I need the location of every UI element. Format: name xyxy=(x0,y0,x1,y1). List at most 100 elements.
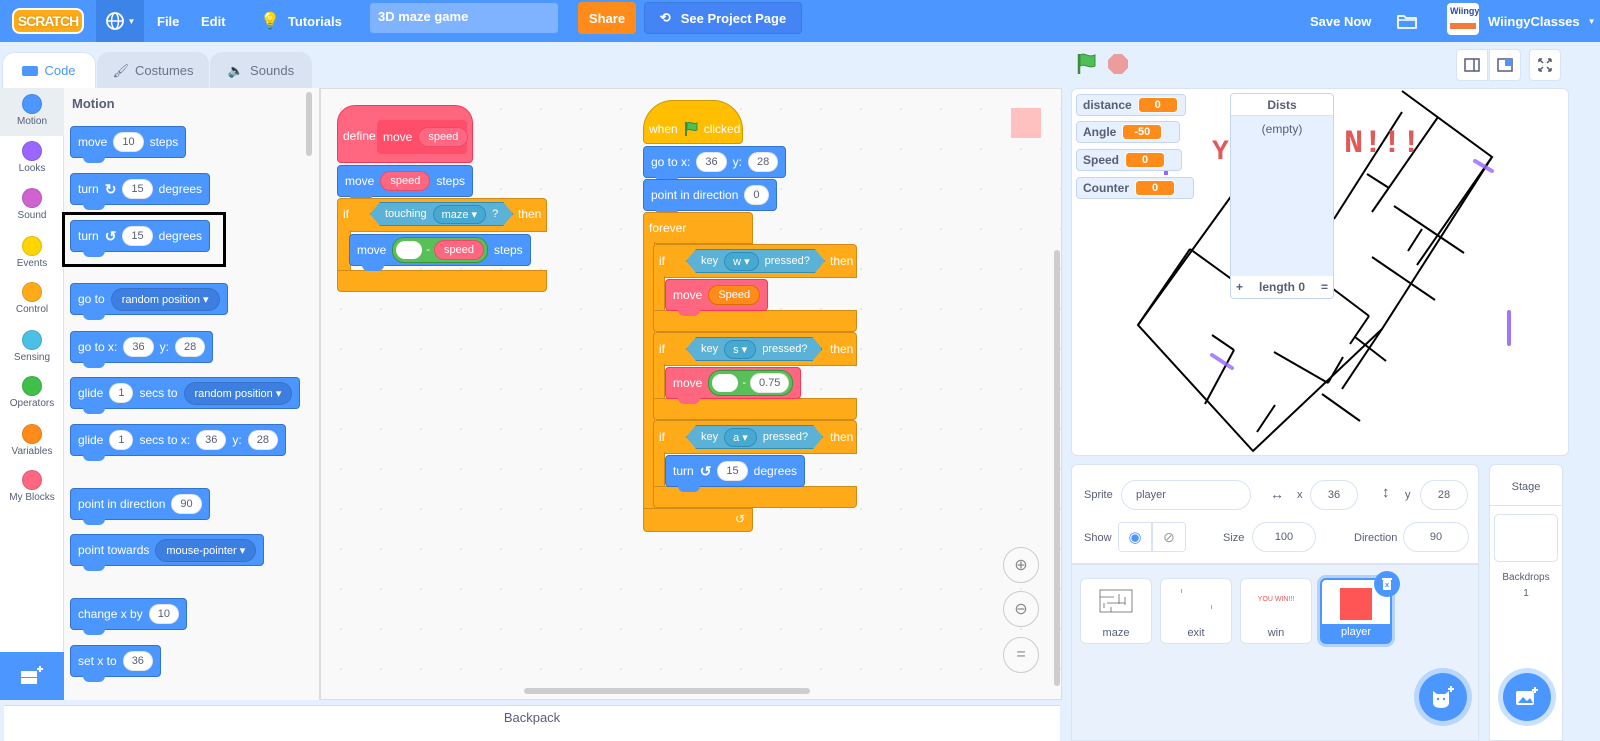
block-input[interactable]: 10 xyxy=(113,132,144,152)
small-stage-button[interactable] xyxy=(1456,49,1488,81)
choose-sprite-button[interactable] xyxy=(1419,673,1467,721)
block-input[interactable]: 0 xyxy=(744,185,769,205)
y-input[interactable]: 28 xyxy=(1420,480,1468,510)
block-glide-random[interactable]: glide 1 secs to random position ▾ xyxy=(70,377,301,414)
key-pressed-w[interactable]: key w ▾ pressed? xyxy=(686,249,825,273)
arg-reporter[interactable]: speed xyxy=(434,240,484,260)
block-dropdown[interactable]: random position ▾ xyxy=(183,381,293,405)
block-move-steps[interactable]: move 10 steps xyxy=(70,126,187,163)
touching-dropdown[interactable]: maze ▾ xyxy=(433,205,486,224)
category-sensing[interactable]: Sensing xyxy=(0,324,64,372)
block-dropdown[interactable]: random position ▾ xyxy=(110,287,220,311)
save-now-button[interactable]: Save Now xyxy=(1310,0,1371,42)
monitor-counter[interactable]: Counter 0 xyxy=(1076,177,1194,199)
normal-stage-button[interactable] xyxy=(1489,49,1521,81)
block-move-negative-speed[interactable]: move - speed steps xyxy=(349,234,531,271)
key-dropdown[interactable]: s ▾ xyxy=(724,340,756,359)
block-input[interactable]: 10 xyxy=(148,604,179,624)
proc-arg[interactable]: speed xyxy=(418,127,469,147)
block-point-in-direction[interactable]: point in direction 90 xyxy=(70,488,210,525)
key-dropdown[interactable]: w ▾ xyxy=(724,252,759,271)
add-extension-button[interactable] xyxy=(0,652,64,700)
stage-selector[interactable]: Stage Backdrops 1 xyxy=(1489,464,1563,741)
monitor-angle[interactable]: Angle -50 xyxy=(1076,121,1180,143)
file-menu[interactable]: File xyxy=(157,0,179,42)
monitor-distance[interactable]: distance 0 xyxy=(1076,94,1186,116)
block-go-to-xy[interactable]: go to x: 36 y: 28 xyxy=(70,331,214,368)
list-resize-handle[interactable]: = xyxy=(1321,280,1328,294)
operator-empty-input[interactable] xyxy=(396,241,423,259)
block-turn-left-script[interactable]: turn ↺ 15 degrees xyxy=(665,455,806,492)
zoom-in-button[interactable]: ⊕ xyxy=(1003,547,1039,583)
subtract-operator[interactable]: - speed xyxy=(392,237,488,263)
category-events[interactable]: Events xyxy=(0,230,64,278)
sprite-name-input[interactable]: player xyxy=(1121,480,1251,510)
user-avatar[interactable]: Wiingy xyxy=(1447,3,1479,35)
variable-reporter[interactable]: Speed xyxy=(708,285,761,305)
block-input[interactable]: 36 xyxy=(122,651,153,671)
custom-move-speed-block[interactable]: move Speed xyxy=(665,279,769,316)
tab-code[interactable]: Code xyxy=(2,52,96,88)
block-turn-right[interactable]: turn ↻ 15 degrees xyxy=(70,173,211,210)
palette-scrollbar[interactable] xyxy=(306,92,312,156)
block-point-direction-script[interactable]: point in direction 0 xyxy=(643,179,777,216)
block-dropdown[interactable]: mouse-pointer ▾ xyxy=(155,538,257,562)
tab-sounds[interactable]: 🔈 Sounds xyxy=(210,52,312,88)
block-input[interactable]: 36 xyxy=(696,152,727,172)
list-add-button[interactable]: + xyxy=(1236,280,1243,294)
share-button[interactable]: Share xyxy=(578,2,636,34)
direction-input[interactable]: 90 xyxy=(1403,522,1469,552)
choose-backdrop-button[interactable] xyxy=(1503,673,1551,721)
block-input[interactable]: 1 xyxy=(109,383,134,403)
block-input[interactable]: 28 xyxy=(174,337,206,357)
block-input[interactable]: 28 xyxy=(247,430,279,450)
block-input[interactable]: 36 xyxy=(123,337,154,357)
stage-canvas[interactable]: Y N!!! distance 0 Angle -50 Speed 0 Counter… xyxy=(1071,88,1569,456)
block-go-to[interactable]: go to random position ▾ xyxy=(70,283,228,320)
see-project-page-button[interactable]: ⟲ See Project Page xyxy=(644,2,802,34)
block-input[interactable]: 36 xyxy=(196,430,227,450)
block-move-speed[interactable]: move speed steps xyxy=(337,165,474,202)
key-pressed-a[interactable]: key a ▾ pressed? xyxy=(686,425,823,449)
category-my-blocks[interactable]: My Blocks xyxy=(0,464,64,512)
proc-prototype[interactable]: move speed xyxy=(377,120,469,154)
key-dropdown[interactable]: a ▾ xyxy=(724,428,757,447)
sprite-tile-exit[interactable]: exit xyxy=(1160,578,1232,644)
size-input[interactable]: 100 xyxy=(1252,522,1316,552)
touching-sensing-block[interactable]: touching maze ▾ ? xyxy=(370,202,513,226)
fullscreen-button[interactable] xyxy=(1529,49,1561,81)
show-visible-button[interactable]: ◉ xyxy=(1118,522,1152,552)
account-menu[interactable]: WiingyClasses ▼ xyxy=(1488,0,1596,42)
block-point-towards[interactable]: point towards mouse-pointer ▾ xyxy=(70,534,265,571)
x-input[interactable]: 36 xyxy=(1310,480,1358,510)
block-set-x[interactable]: set x to 36 xyxy=(70,645,161,682)
backdrop-thumbnail[interactable] xyxy=(1494,514,1558,562)
arg-reporter[interactable]: speed xyxy=(380,171,431,191)
category-operators[interactable]: Operators xyxy=(0,370,64,418)
operator-empty-input[interactable] xyxy=(712,374,739,392)
category-looks[interactable]: Looks xyxy=(0,135,64,183)
my-stuff-button[interactable] xyxy=(1396,0,1418,42)
block-input[interactable]: 15 xyxy=(122,179,153,199)
category-motion[interactable]: Motion xyxy=(0,88,64,136)
monitor-speed[interactable]: Speed 0 xyxy=(1076,149,1182,171)
block-input[interactable]: 1 xyxy=(109,430,134,450)
zoom-reset-button[interactable]: = xyxy=(1003,637,1039,673)
language-button[interactable]: ▼ xyxy=(96,0,144,42)
tab-costumes[interactable]: 🖌 Costumes xyxy=(97,52,209,88)
subtract-operator[interactable]: - 0.75 xyxy=(708,370,794,396)
category-sound[interactable]: Sound xyxy=(0,182,64,230)
workspace-horizontal-scrollbar[interactable] xyxy=(524,688,810,694)
zoom-out-button[interactable]: ⊖ xyxy=(1003,591,1039,627)
sprite-tile-maze[interactable]: maze xyxy=(1080,578,1152,644)
key-pressed-s[interactable]: key s ▾ pressed? xyxy=(686,337,822,361)
workspace-vertical-scrollbar[interactable] xyxy=(1054,250,1060,686)
backpack[interactable]: Backpack xyxy=(4,705,1060,741)
block-input[interactable]: 28 xyxy=(747,152,779,172)
scratch-logo[interactable]: SCRATCH xyxy=(12,8,84,34)
operator-input[interactable]: 0.75 xyxy=(750,373,790,393)
block-go-to-xy-script[interactable]: go to x: 36 y: 28 xyxy=(643,146,787,183)
show-hidden-button[interactable]: ⊘ xyxy=(1152,522,1186,552)
block-change-x[interactable]: change x by 10 xyxy=(70,598,187,635)
category-variables[interactable]: Variables xyxy=(0,418,64,466)
